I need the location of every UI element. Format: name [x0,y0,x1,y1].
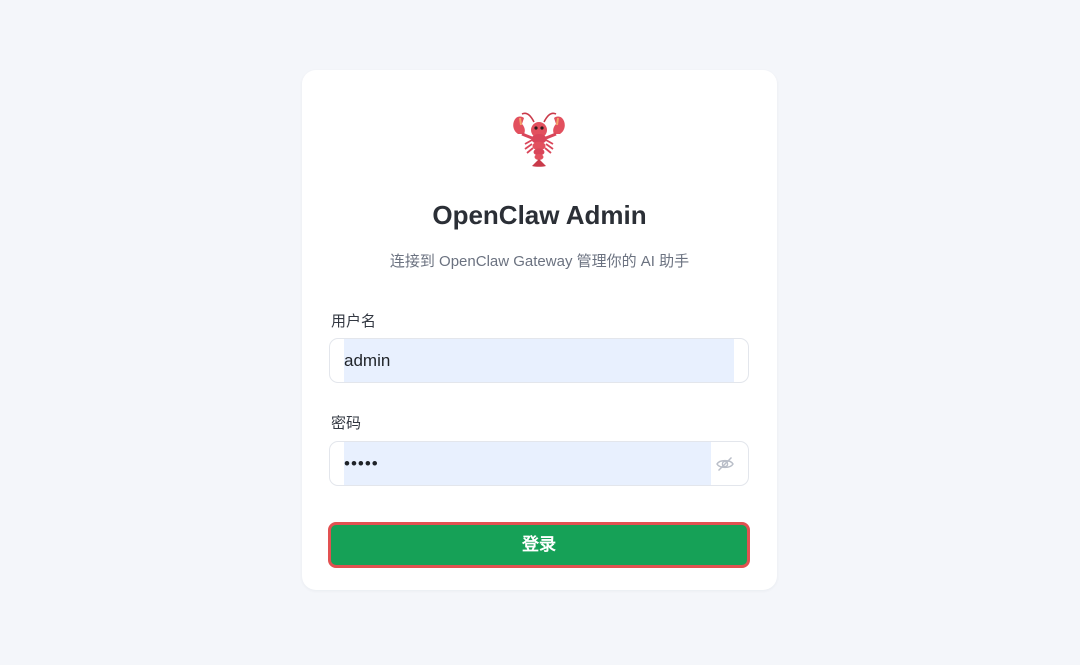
autofill-highlight [344,442,711,485]
password-value: ••••• [344,454,379,473]
password-label: 密码 [331,415,362,432]
username-value: admin [344,351,391,370]
autofill-highlight [344,339,734,382]
username-label: 用户名 [331,313,377,330]
app-title: OpenClaw Admin [432,200,647,230]
eye-off-icon[interactable] [715,454,735,474]
login-card: OpenClaw Admin 连接到 OpenClaw Gateway 管理你的… [302,70,777,590]
username-input[interactable]: admin [329,338,749,383]
login-button[interactable]: 登录 [328,522,750,568]
lobster-icon [508,108,570,170]
app-subtitle: 连接到 OpenClaw Gateway 管理你的 AI 助手 [389,253,690,270]
password-input[interactable]: ••••• [329,441,749,486]
